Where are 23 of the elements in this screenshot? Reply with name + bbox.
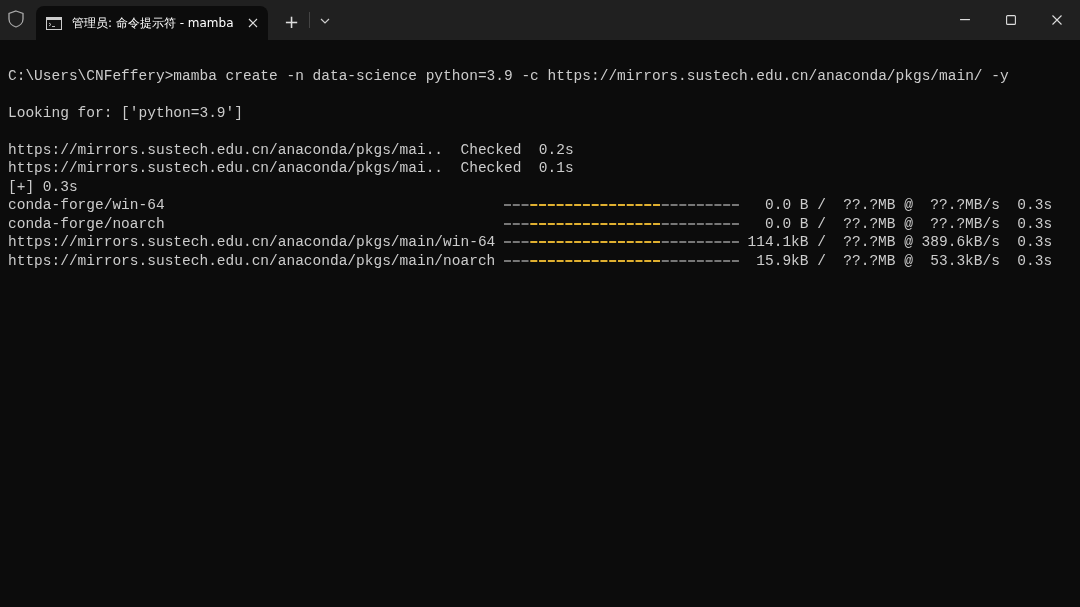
minimize-icon[interactable] — [960, 19, 970, 21]
channel-url: https://mirrors.sustech.edu.cn/anaconda/pkgs/main/win-64 — [8, 233, 496, 252]
download-stats: 0.0 B / ??.?MB @ ??.?MB/s 0.3s — [764, 214, 1053, 233]
chevron-down-icon[interactable] — [320, 18, 331, 24]
download-stats: 114.1kB / ??.?MB @ 389.6kB/s 0.3s — [746, 233, 1053, 252]
console-text: https://mirrors.sustech.edu.cn/anaconda/pkgs/mai.. Checked 0.2s — [8, 140, 574, 159]
console-text: https://mirrors.sustech.edu.cn/anaconda/pkgs/mai.. Checked 0.1s — [8, 159, 574, 178]
console-text: C:\Users\CNFeffery>mamba create -n data-science python=3.9 -c https://mirrors.sustech.edu.cn/anaconda/pkgs/main/ -y — [8, 66, 1009, 85]
console-text: [+] 0.3s — [8, 177, 78, 196]
tab-title: 管理员: 命令提示符 - mamba — [72, 14, 235, 32]
channel-url: https://mirrors.sustech.edu.cn/anaconda/pkgs/main/noarch — [8, 251, 496, 270]
channel-url: conda-forge/win-64 — [8, 196, 166, 215]
download-stats: 0.0 B / ??.?MB @ ??.?MB/s 0.3s — [764, 196, 1053, 215]
terminal-tab[interactable]: 管理员: 命令提示符 - mamba — [36, 6, 268, 40]
new-tab-button[interactable]: + — [280, 11, 304, 32]
shield-icon — [8, 10, 24, 28]
close-icon[interactable] — [1052, 15, 1062, 25]
maximize-icon[interactable] — [1006, 15, 1016, 25]
download-stats: 15.9kB / ??.?MB @ 53.3kB/s 0.3s — [755, 251, 1053, 270]
channel-url: conda-forge/noarch — [8, 214, 166, 233]
close-icon[interactable] — [248, 18, 258, 28]
console-icon — [46, 16, 62, 30]
console-text: Looking for: ['python=3.9'] — [8, 103, 243, 122]
